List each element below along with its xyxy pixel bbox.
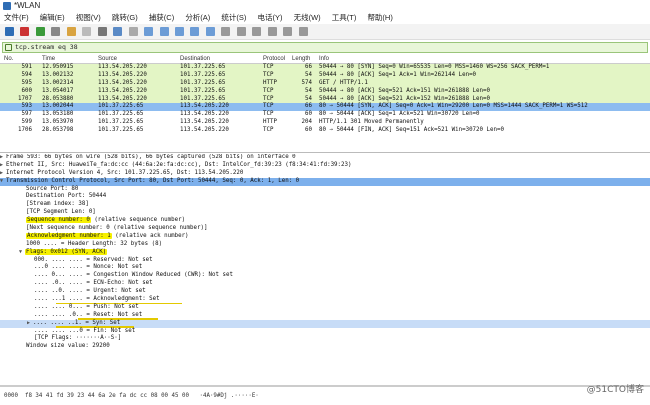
filter-text: tcp.stream eq 38 xyxy=(15,43,78,51)
window-title: *WLAN xyxy=(14,1,41,10)
shark-fin-start-icon[interactable] xyxy=(5,27,14,36)
colorize-icon[interactable] xyxy=(236,27,246,36)
tree-item-window-size[interactable]: Window size value: 29200 xyxy=(0,343,650,351)
save-file-icon[interactable] xyxy=(82,27,92,36)
bookmark-filter-icon[interactable] xyxy=(5,44,12,51)
tree-item-flag-reserved[interactable]: 000. .... .... = Reserved: Not set xyxy=(0,257,650,265)
options-gear-icon[interactable] xyxy=(51,27,61,36)
tree-item-segment-len[interactable]: [TCP Segment Len: 0] xyxy=(0,209,650,217)
hex-offset: 0000 xyxy=(4,393,18,399)
packet-row[interactable]: 1707 28.053880 113.54.205.220 101.37.225… xyxy=(0,95,650,104)
highlight-mark: Acknowledgment number: 1 xyxy=(26,232,112,239)
col-no[interactable]: No. xyxy=(4,55,13,64)
menu-wireless[interactable]: 无线(W) xyxy=(294,13,321,22)
menu-edit[interactable]: 编辑(E) xyxy=(40,13,65,22)
menu-bar: 文件(F) 编辑(E) 视图(V) 跳转(G) 捕获(C) 分析(A) 统计(S… xyxy=(0,12,650,24)
tree-item-tcp[interactable]: ▼ Transmission Control Protocol, Src Port… xyxy=(0,177,650,186)
packet-row-selected[interactable]: 593 13.002044 101.37.225.65 113.54.205.2… xyxy=(0,103,650,112)
packet-list: 591 12.950915 113.54.205.220 101.37.225.… xyxy=(0,64,650,135)
open-file-icon[interactable] xyxy=(66,27,76,36)
tree-item-flag-ecn[interactable]: .... .0.. .... = ECN-Echo: Not set xyxy=(0,280,650,288)
packet-bytes-pane: 0000 f8 34 41 fd 39 23 44 6a 2e fa dc cc… xyxy=(0,388,650,405)
zoom-reset-icon[interactable] xyxy=(283,27,293,36)
find-packet-icon[interactable] xyxy=(128,27,138,36)
tree-item-flag-push[interactable]: .... .... 0... = Push: Not set xyxy=(0,304,650,312)
tree-item-header-length[interactable]: 1000 .... = Header Length: 32 bytes (8) xyxy=(0,241,650,249)
first-packet-icon[interactable] xyxy=(190,27,200,36)
title-bar: *WLAN xyxy=(0,0,650,12)
go-to-packet-icon[interactable] xyxy=(174,27,184,36)
zoom-out-icon[interactable] xyxy=(267,27,277,36)
autoscroll-icon[interactable] xyxy=(221,27,231,36)
tree-item-flag-fin[interactable]: .... .... ...0 = Fin: Not set xyxy=(0,328,650,336)
col-time[interactable]: Time xyxy=(42,55,55,64)
menu-tools[interactable]: 工具(T) xyxy=(332,13,357,22)
tree-item-sequence-number[interactable]: Sequence number: 0 (relative sequence nu… xyxy=(0,217,650,225)
col-destination[interactable]: Destination xyxy=(180,55,210,64)
highlight-mark: Flags: 0x012 (SYN, ACK) xyxy=(25,248,108,255)
tree-item-tcp-flags[interactable]: [TCP Flags: ·······A··S·] xyxy=(0,335,650,343)
packet-row[interactable]: 600 13.054017 113.54.205.220 101.37.225.… xyxy=(0,87,650,96)
menu-help[interactable]: 帮助(H) xyxy=(367,13,392,22)
tree-item-flags[interactable]: ▼ Flags: 0x012 (SYN, ACK) xyxy=(0,248,650,257)
tree-item-frame[interactable]: ▶ Frame 593: 66 bytes on wire (528 bits),… xyxy=(0,154,650,162)
tree-item-flag-urgent[interactable]: .... ..0. .... = Urgent: Not set xyxy=(0,288,650,296)
resize-columns-icon[interactable] xyxy=(298,27,308,36)
hex-ascii[interactable]: ·4A·9#Dj .·····E· xyxy=(199,393,258,399)
watermark-text: @51CTO博客 xyxy=(586,385,644,395)
wireshark-app-icon xyxy=(3,2,11,10)
tree-item-ack-number[interactable]: Acknowledgment number: 1 (relative ack n… xyxy=(0,232,650,241)
highlight-mark: Sequence number: 0 xyxy=(26,217,91,224)
reload-icon[interactable] xyxy=(113,27,123,36)
stop-capture-icon[interactable] xyxy=(20,27,30,36)
tree-item-flag-syn[interactable]: ▶.... .... ..1. = Syn: Set xyxy=(0,319,650,328)
tree-item-flag-reset[interactable]: .... .... .0.. = Reset: Not set xyxy=(0,312,650,320)
menu-go[interactable]: 跳转(G) xyxy=(112,13,138,22)
tree-item-flag-cwr[interactable]: .... 0... .... = Congestion Window Reduc… xyxy=(0,272,650,280)
tree-item-flag-nonce[interactable]: ...0 .... .... = Nonce: Not set xyxy=(0,264,650,272)
packet-row[interactable]: 1706 28.053798 101.37.225.65 113.54.205.… xyxy=(0,127,650,135)
tree-item-ipv4[interactable]: ▶ Internet Protocol Version 4, Src: 101.3… xyxy=(0,170,650,178)
menu-capture[interactable]: 捕获(C) xyxy=(149,13,174,22)
packet-details-tree: ▶ Frame 593: 66 bytes on wire (528 bits),… xyxy=(0,154,650,374)
pane-splitter[interactable] xyxy=(0,385,650,387)
menu-statistics[interactable]: 统计(S) xyxy=(221,13,246,22)
packet-row[interactable]: 595 13.002314 113.54.205.220 101.37.225.… xyxy=(0,79,650,88)
packet-list-header: No. Time Source Destination Protocol Len… xyxy=(0,55,650,64)
col-length[interactable]: Length xyxy=(292,55,310,64)
close-file-icon[interactable] xyxy=(97,27,107,36)
menu-telephony[interactable]: 电话(Y) xyxy=(258,13,283,22)
col-info[interactable]: Info xyxy=(319,55,329,64)
last-packet-icon[interactable] xyxy=(205,27,215,36)
col-source[interactable]: Source xyxy=(98,55,117,64)
restart-capture-icon[interactable] xyxy=(35,27,45,36)
tree-item-next-sequence[interactable]: [Next sequence number: 0 (relative seque… xyxy=(0,225,650,233)
packet-row[interactable]: 594 13.002132 113.54.205.220 101.37.225.… xyxy=(0,71,650,80)
go-forward-icon[interactable] xyxy=(159,27,169,36)
menu-file[interactable]: 文件(F) xyxy=(4,13,29,22)
tree-item-destination-port[interactable]: Destination Port: 50444 xyxy=(0,193,650,201)
tree-item-source-port[interactable]: Source Port: 80 xyxy=(0,186,650,194)
zoom-in-icon[interactable] xyxy=(252,27,262,36)
packet-row[interactable]: 597 13.053180 101.37.225.65 113.54.205.2… xyxy=(0,111,650,119)
menu-view[interactable]: 视图(V) xyxy=(76,13,101,22)
main-toolbar xyxy=(0,24,650,40)
packet-row[interactable]: 599 13.053970 101.37.225.65 113.54.205.2… xyxy=(0,119,650,127)
pane-splitter[interactable] xyxy=(0,148,650,153)
packet-row[interactable]: 591 12.950915 113.54.205.220 101.37.225.… xyxy=(0,64,650,72)
go-back-icon[interactable] xyxy=(144,27,154,36)
tree-item-flag-ack[interactable]: .... ...1 .... = Acknowledgment: Set xyxy=(0,296,650,304)
col-protocol[interactable]: Protocol xyxy=(263,55,285,64)
hex-bytes[interactable]: f8 34 41 fd 39 23 44 6a 2e fa dc cc 08 0… xyxy=(25,393,189,399)
display-filter-input[interactable]: tcp.stream eq 38 xyxy=(2,42,648,53)
menu-analyze[interactable]: 分析(A) xyxy=(185,13,210,22)
tree-item-stream-index[interactable]: [Stream index: 38] xyxy=(0,201,650,209)
tree-item-ethernet[interactable]: ▶ Ethernet II, Src: HuaweiTe_fa:dc:cc (44… xyxy=(0,162,650,170)
